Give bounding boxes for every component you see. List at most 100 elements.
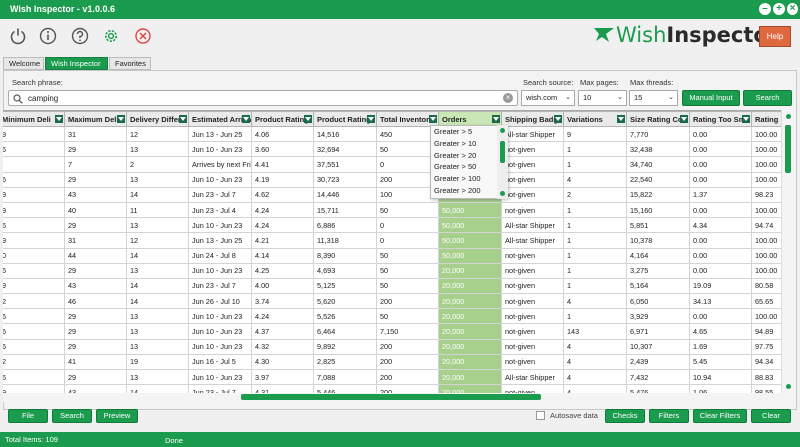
horizontal-scroll-thumb[interactable] [241,394,541,400]
dropdown-scrollbar[interactable] [497,125,508,199]
table-row[interactable]: 24119Jun 16 - Jul 54.302,82520020,000not… [3,353,781,371]
table-row[interactable]: 04414Jun 24 - Jul 84.148,3905050,000not-… [3,247,781,264]
table-cell: 20,000 [438,323,502,340]
column-header[interactable]: Product Rating [313,111,377,127]
scroll-down-icon[interactable] [500,191,505,196]
filter-dropdown-icon[interactable] [429,115,437,123]
scroll-up-icon[interactable] [500,128,505,133]
search-source-select[interactable]: wish.com ⌄ [521,90,575,106]
table-row[interactable]: 62913Jun 10 - Jun 234.1930,723200not-giv… [3,171,781,188]
table-row[interactable]: 94011Jun 23 - Jul 44.2415,7115050,000not… [3,201,781,219]
filter-dropdown-icon[interactable] [55,115,63,123]
table-cell: Jun 24 - Jul 8 [188,247,252,264]
close-icon[interactable]: × [787,3,798,15]
table-cell: 1 [563,308,627,325]
minimize-icon[interactable]: – [759,3,771,15]
column-header[interactable]: Product Rating [251,111,314,127]
filter-dropdown-icon[interactable] [179,115,187,123]
table-row[interactable]: 62913Jun 10 - Jun 233.977,08820020,000Al… [3,368,781,386]
table-cell: 29 [64,368,127,386]
table-row[interactable]: 62913Jun 10 - Jun 233.6032,69450not-give… [3,141,781,158]
maximize-icon[interactable]: + [773,3,785,15]
column-header[interactable]: Variations [563,111,627,127]
filter-dropdown-icon[interactable] [117,115,125,123]
checks-button[interactable]: Checks [605,409,645,423]
table-row[interactable]: 94314Jun 23 - Jul 74.315,44620020,000not… [3,384,781,393]
table-cell: 4.14 [251,247,314,264]
power-icon[interactable] [9,27,27,45]
table-row[interactable]: 7 2 Arrives by next Fri 4.41 37,551 0 not-give… [3,156,781,173]
table-row[interactable]: 62913Jun 10 - Jun 234.376,4647,15020,000… [3,323,781,340]
column-header[interactable]: Rating [751,111,781,127]
column-header[interactable]: Maximum Deli [64,111,127,127]
help-button[interactable]: Help [759,26,791,47]
close-circle-icon[interactable] [134,27,152,45]
table-cell: 100.00 [751,125,781,143]
table-row[interactable]: 62913Jun 10 - Jun 234.329,89220020,000no… [3,338,781,355]
table-cell: 34.13 [689,293,752,310]
filter-option[interactable]: Greater > 200 [431,185,507,197]
vertical-scroll-thumb[interactable] [785,125,791,173]
table-row[interactable]: 93112Jun 13 - Jun 254.2111,318050,000All… [3,232,781,249]
table-cell: 50,000 [438,201,502,219]
table-row[interactable]: 62913Jun 10 - Jun 234.246,886050,000All-… [3,217,781,234]
column-header[interactable]: Estimated Arrival [188,111,252,127]
max-threads-select[interactable]: 15 ⌄ [629,90,678,106]
column-header[interactable]: Delivery Differ [126,111,189,127]
filters-button[interactable]: Filters [649,409,689,423]
autosave-checkbox[interactable] [536,411,545,420]
filter-option[interactable]: Greater > 20 [431,150,507,162]
help-circle-icon[interactable] [71,27,89,45]
vertical-scrollbar[interactable] [781,110,794,393]
clear-button[interactable]: Clear [751,409,791,423]
search-button[interactable]: Search [743,90,792,106]
tab-wish-inspector[interactable]: Wish Inspector [45,57,108,70]
scroll-up-icon[interactable] [786,114,791,119]
filter-dropdown-icon[interactable] [242,115,250,123]
table-cell: 1 [563,201,627,219]
table-row[interactable]: 94314Jun 23 - Jul 74.005,1255020,000not-… [3,277,781,295]
filter-dropdown-icon[interactable] [367,115,375,123]
filter-dropdown-icon[interactable] [617,115,625,123]
filter-option[interactable]: Greater > 100 [431,173,507,185]
filter-option[interactable]: Greater > 10 [431,138,507,150]
table-row[interactable]: 24614Jun 26 - Jul 103.745,62020020,000no… [3,293,781,310]
gear-icon[interactable] [102,27,120,45]
filter-option[interactable]: Greater > 50 [431,161,507,173]
search-input[interactable]: camping × [8,90,518,106]
table-row[interactable]: 62913Jun 10 - Jun 234.254,6935020,000not… [3,262,781,279]
table-row[interactable]: 94314Jun 23 - Jul 74.6214,446100not-give… [3,186,781,203]
preview-button[interactable]: Preview [96,409,138,423]
max-pages-select[interactable]: 10 ⌄ [578,90,627,106]
info-icon[interactable] [39,27,57,45]
dropdown-scroll-thumb[interactable] [500,141,505,163]
table-row[interactable]: 62913Jun 10 - Jun 234.245,5265020,000not… [3,308,781,325]
filter-option[interactable]: Greater > 5 [431,126,507,138]
filter-dropdown-icon[interactable] [304,115,312,123]
tab-welcome[interactable]: Welcome [3,57,44,70]
table-row[interactable]: 93112Jun 13 - Jun 254.0614,516450All-sta… [3,125,781,143]
column-header[interactable]: Rating Too Sm [689,111,752,127]
scroll-down-icon[interactable] [786,384,791,389]
clear-search-icon[interactable]: × [503,93,513,103]
table-cell: 43 [64,384,127,393]
tab-favorites[interactable]: Favorites [109,57,151,70]
file-button[interactable]: File [8,409,48,423]
filter-dropdown-icon[interactable] [554,115,562,123]
clear-filters-button[interactable]: Clear Filters [693,409,747,423]
column-header[interactable]: Shipping Badge [501,111,564,127]
column-header[interactable]: Minimum Deli [3,111,65,127]
column-header[interactable]: Size Rating Co [626,111,690,127]
manual-input-button[interactable]: Manual Input [682,90,740,106]
filter-dropdown-icon[interactable] [742,115,750,123]
table-cell: 37,551 [313,156,377,173]
filter-dropdown-icon[interactable] [492,115,500,123]
horizontal-scrollbar[interactable] [3,393,781,402]
table-cell: not-given [501,262,564,279]
filter-dropdown-icon[interactable] [680,115,688,123]
table-cell: 4 [563,353,627,371]
table-cell: 4.32 [251,338,314,355]
table-cell: Jun 23 - Jul 4 [188,201,252,219]
table-cell: 2,825 [313,353,377,371]
bottom-search-button[interactable]: Search [52,409,92,423]
